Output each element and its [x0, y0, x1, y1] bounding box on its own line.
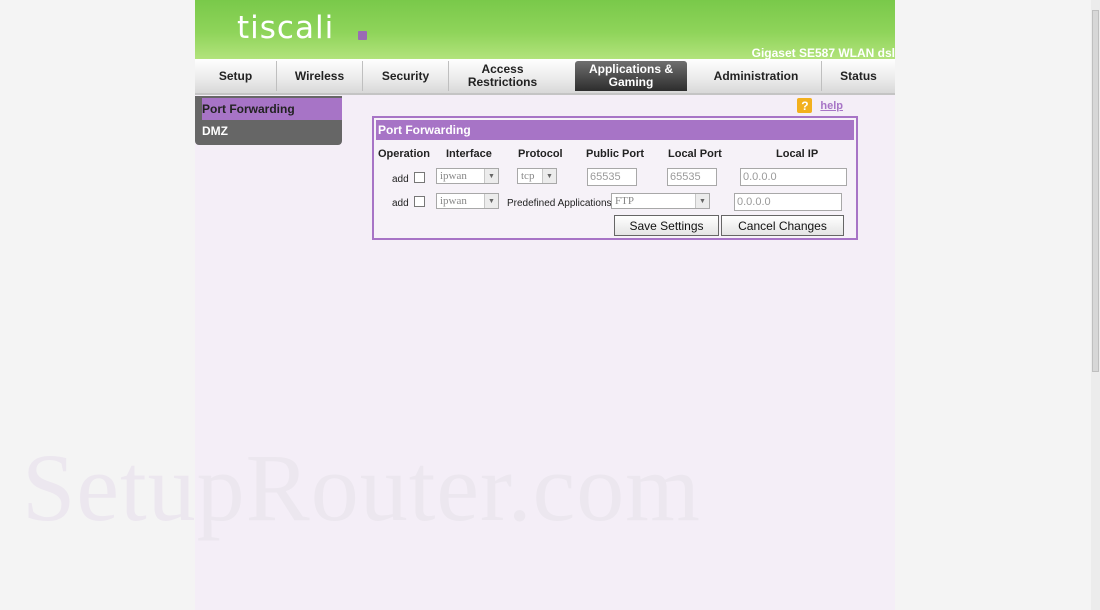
save-settings-button[interactable]: Save Settings [614, 215, 719, 236]
tab-administration[interactable]: Administration [691, 61, 822, 91]
sidebar: Port Forwarding DMZ [195, 96, 342, 145]
help-link[interactable]: help [820, 100, 843, 112]
column-header-public-port: Public Port [586, 148, 645, 160]
tab-applications-gaming[interactable]: Applications & Gaming [575, 61, 687, 91]
chevron-down-icon: ▼ [542, 169, 556, 183]
chevron-down-icon: ▼ [484, 194, 498, 208]
row2-interface-select[interactable]: ipwan ▼ [436, 193, 499, 209]
scrollbar-thumb[interactable] [1092, 10, 1099, 372]
help-icon[interactable]: ? [797, 98, 813, 113]
logo-dot-icon [358, 31, 367, 40]
row1-local-ip-input[interactable]: 0.0.0.0 [740, 168, 847, 186]
port-forwarding-panel: Port Forwarding Operation Interface Prot… [372, 116, 858, 240]
column-header-local-port: Local Port [668, 148, 722, 160]
predefined-applications-select[interactable]: FTP ▼ [611, 193, 710, 209]
row1-local-port-input[interactable]: 65535 [667, 168, 717, 186]
row1-protocol-select[interactable]: tcp ▼ [517, 168, 557, 184]
vertical-scrollbar[interactable] [1091, 0, 1100, 610]
predefined-applications-value: FTP [615, 195, 634, 207]
row1-add-checkbox[interactable] [414, 172, 425, 183]
row1-protocol-value: tcp [521, 170, 535, 182]
panel-title: Port Forwarding [376, 120, 854, 140]
predefined-applications-label: Predefined Applications: [507, 198, 615, 209]
row1-public-port-input[interactable]: 65535 [587, 168, 637, 186]
column-header-local-ip: Local IP [776, 148, 819, 160]
tiscali-logo: tiscali [237, 10, 335, 46]
row2-add-checkbox[interactable] [414, 196, 425, 207]
cancel-changes-button[interactable]: Cancel Changes [721, 215, 844, 236]
model-label: Gigaset SE587 WLAN dsl [751, 46, 895, 60]
tab-status[interactable]: Status [822, 61, 895, 91]
column-header-protocol: Protocol [518, 148, 563, 160]
row1-add-label: add [392, 174, 409, 185]
column-header-interface: Interface [446, 148, 492, 160]
chevron-down-icon: ▼ [695, 194, 709, 208]
help-area: ? help [797, 98, 843, 113]
main-nav: Setup Wireless Security Access Restricti… [195, 59, 895, 95]
watermark: SetupRouter.com [22, 434, 701, 541]
tab-access-restrictions[interactable]: Access Restrictions [449, 61, 556, 91]
tab-wireless[interactable]: Wireless [277, 61, 363, 91]
row2-local-ip-input[interactable]: 0.0.0.0 [734, 193, 842, 211]
column-header-operation: Operation [378, 148, 430, 160]
chevron-down-icon: ▼ [484, 169, 498, 183]
tab-setup[interactable]: Setup [195, 61, 277, 91]
row1-interface-select[interactable]: ipwan ▼ [436, 168, 499, 184]
row1-interface-value: ipwan [440, 170, 467, 182]
sidebar-item-port-forwarding[interactable]: Port Forwarding [202, 98, 342, 120]
sidebar-item-dmz[interactable]: DMZ [202, 120, 342, 142]
row2-add-label: add [392, 198, 409, 209]
header-banner: tiscali Gigaset SE587 WLAN dsl [195, 0, 895, 60]
row2-interface-value: ipwan [440, 195, 467, 207]
tab-security[interactable]: Security [363, 61, 449, 91]
